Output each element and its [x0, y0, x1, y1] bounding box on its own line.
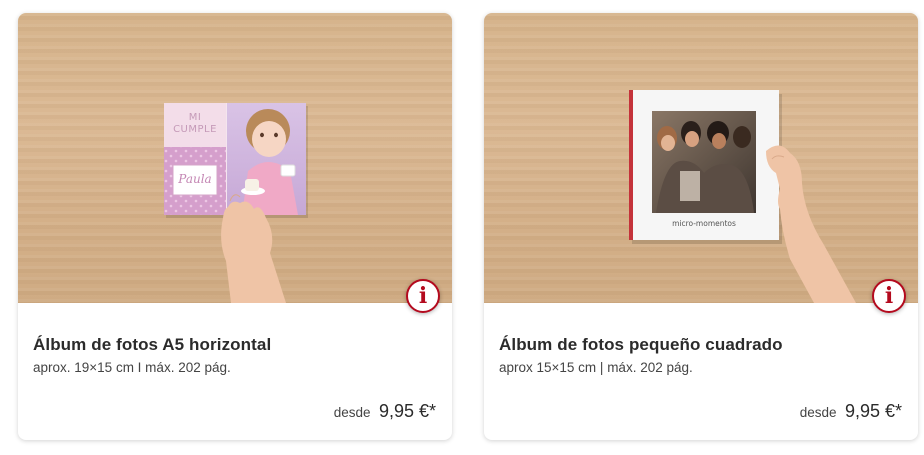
product-card-small-square[interactable]: micro-momentos i Álbum de fotos pequeño … — [484, 13, 918, 440]
product-subtitle: aprox. 19×15 cm I máx. 202 pág. — [33, 360, 231, 375]
info-icon[interactable]: i — [406, 279, 440, 313]
price-row: desde 9,95 €* — [800, 401, 902, 422]
cover-caption: micro-momentos — [672, 219, 736, 228]
product-title[interactable]: Álbum de fotos A5 horizontal — [33, 335, 271, 355]
product-card-a5-horizontal[interactable]: MI CUMPLE Paula i Álbum de fotos A5 hori… — [18, 13, 452, 440]
cover-text-name: Paula — [178, 172, 212, 186]
price-prefix: desde — [333, 405, 371, 420]
price-value: 9,95 €* — [378, 401, 436, 421]
photo-album-illustration — [629, 90, 856, 303]
cover-text-mi: MI — [188, 112, 202, 123]
product-image[interactable]: MI CUMPLE Paula — [18, 13, 452, 303]
product-subtitle: aprox 15×15 cm | máx. 202 pág. — [499, 360, 693, 375]
price-value: 9,95 €* — [844, 401, 902, 421]
product-image[interactable]: micro-momentos — [484, 13, 918, 303]
price-row: desde 9,95 €* — [334, 401, 436, 422]
info-icon[interactable]: i — [872, 279, 906, 313]
cover-text-cumple: CUMPLE — [173, 124, 217, 135]
product-title[interactable]: Álbum de fotos pequeño cuadrado — [499, 335, 783, 355]
photo-album-illustration — [164, 103, 308, 303]
price-prefix: desde — [799, 405, 837, 420]
